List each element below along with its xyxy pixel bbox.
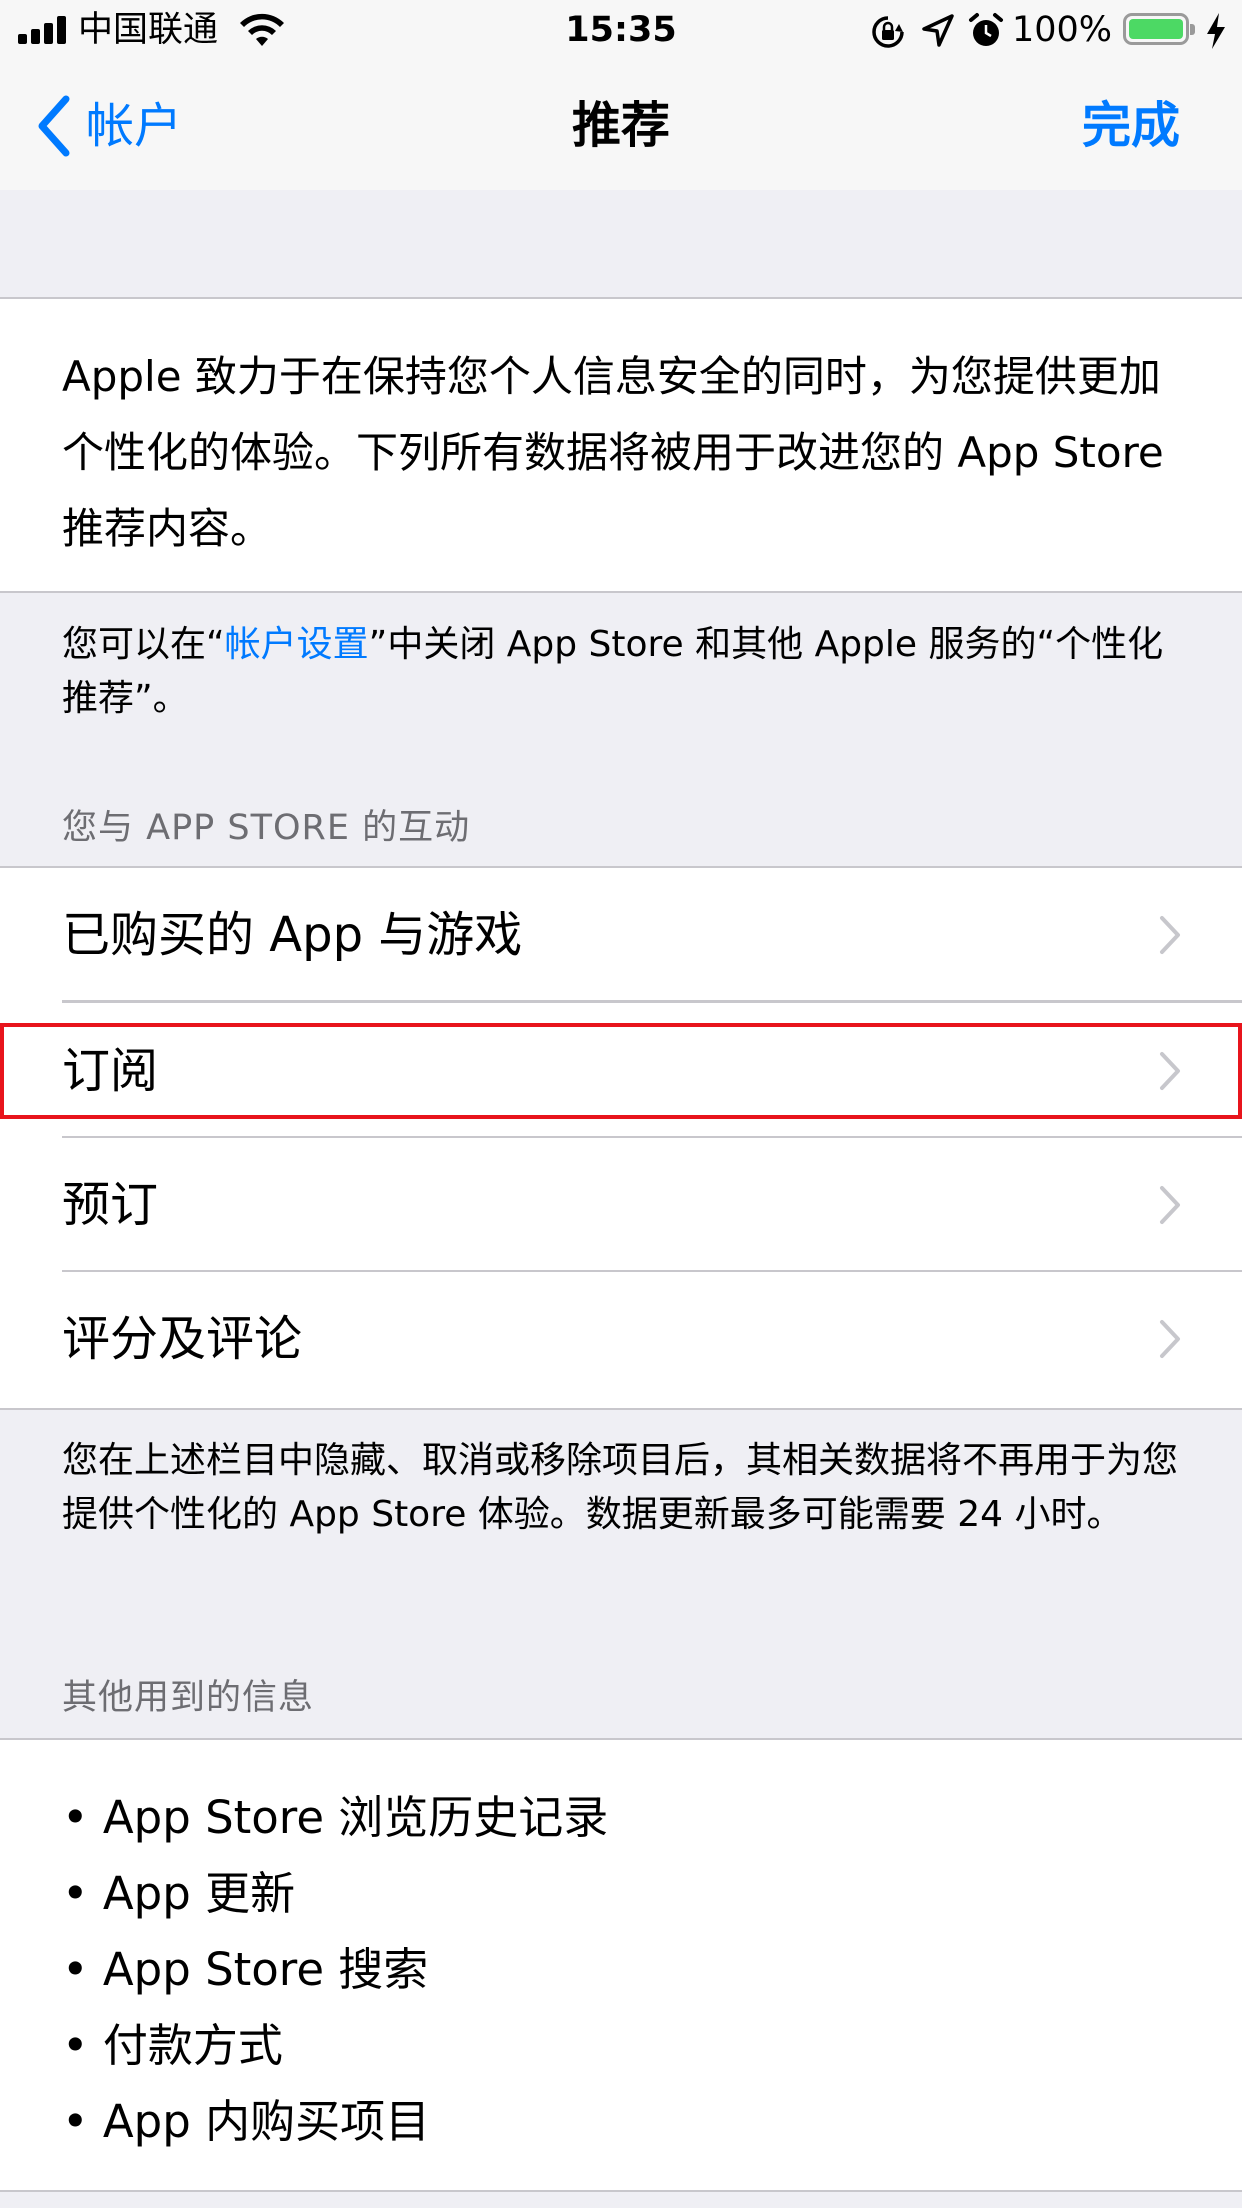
location-icon [922, 14, 954, 47]
list-item: • App Store 搜索 [62, 1943, 429, 1996]
status-bar: 中国联通 15:35 100% [0, 0, 1242, 60]
battery-percent: 100% [1012, 10, 1113, 50]
list-item: • App 更新 [62, 1867, 296, 1920]
row-label: 评分及评论 [62, 1311, 303, 1367]
list-item: • App 内购买项目 [62, 2095, 431, 2148]
account-settings-link[interactable]: 帐户设置 [225, 624, 369, 665]
interactions-footer: 您在上述栏目中隐藏、取消或移除项目后，其相关数据将不再用于为您提供个性化的 Ap… [62, 1440, 1179, 1535]
chevron-right-icon [1160, 1320, 1180, 1358]
list-item: • 付款方式 [62, 2019, 283, 2072]
list-item: • App Store 浏览历史记录 [62, 1791, 609, 1844]
row-label: 订阅 [62, 1043, 159, 1099]
chevron-right-icon [1160, 1052, 1180, 1090]
row-purchased-apps[interactable]: 已购买的 App 与游戏 [0, 868, 1242, 1002]
intro-text: Apple 致力于在保持您个人信息安全的同时，为您提供更加个性化的体验。下列所有… [62, 352, 1164, 553]
row-subscriptions[interactable]: 订阅 [0, 1023, 1242, 1119]
interactions-section-header: 您与 APP STORE 的互动 [62, 808, 471, 848]
row-label: 预订 [62, 1177, 159, 1233]
navigation-bar: 帐户 推荐 完成 [0, 60, 1242, 190]
row-preorders[interactable]: 预订 [0, 1138, 1242, 1272]
page-title: 推荐 [571, 97, 670, 154]
settings-note: 您可以在“帐户设置”中关闭 App Store 和其他 Apple 服务的“个性… [62, 618, 1192, 726]
chevron-right-icon [1160, 1186, 1180, 1224]
row-ratings-reviews[interactable]: 评分及评论 [0, 1272, 1242, 1406]
interactions-list: 已购买的 App 与游戏 订阅 预订 评分及评论 [0, 866, 1242, 1410]
settings-note-prefix: 您可以在“ [62, 624, 225, 665]
chevron-right-icon [1160, 916, 1180, 954]
row-label: 已购买的 App 与游戏 [62, 907, 523, 963]
battery-icon [1123, 13, 1195, 45]
alarm-icon [969, 13, 1003, 46]
recommendations-screen: 中国联通 15:35 100% 帐户 推荐 完成 Apple 致力于在保持您个人… [0, 0, 1242, 2208]
intro-card: Apple 致力于在保持您个人信息安全的同时，为您提供更加个性化的体验。下列所有… [0, 297, 1242, 593]
other-info-section-header: 其他用到的信息 [62, 1678, 315, 1718]
charging-icon [1207, 13, 1225, 49]
rotation-lock-icon [872, 16, 904, 48]
other-info-list: • App Store 浏览历史记录 • App 更新 • App Store … [0, 1738, 1242, 2192]
done-button[interactable]: 完成 [1082, 96, 1180, 156]
